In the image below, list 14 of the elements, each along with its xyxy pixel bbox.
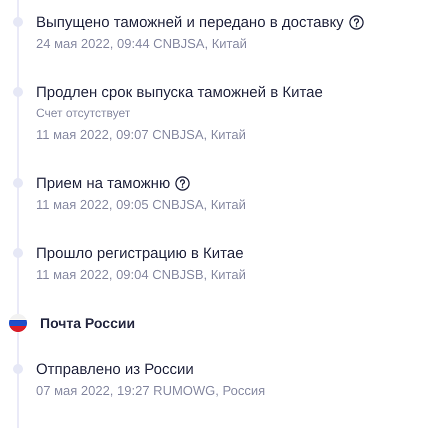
event-title: Прошло регистрацию в Китае [36, 244, 244, 262]
event-title: Выпущено таможней и передано в доставку [36, 14, 344, 30]
help-icon[interactable] [175, 176, 190, 190]
event-note: Счет отсутствует [36, 105, 132, 122]
event-title: Отправлено из России [36, 360, 194, 378]
event-date: 24 мая 2022, 09:44 CNBJSA, Китай [36, 35, 248, 53]
event-title: Продлен срок выпуска таможней в Китае [36, 84, 323, 100]
help-icon[interactable] [348, 14, 364, 30]
carrier-name: Почта России [40, 315, 136, 331]
event-date: 11 мая 2022, 09:07 CNBJSA, Китай [36, 126, 247, 144]
event-date: 11 мая 2022, 09:05 CNBJSA, Китай [36, 196, 246, 214]
event-title: Прием на таможню [36, 174, 170, 192]
event-date: 11 мая 2022, 09:04 CNBJSB, Китай [36, 266, 246, 284]
event-date: 07 мая 2022, 19:27 RUMOWG, Россия [36, 382, 266, 400]
